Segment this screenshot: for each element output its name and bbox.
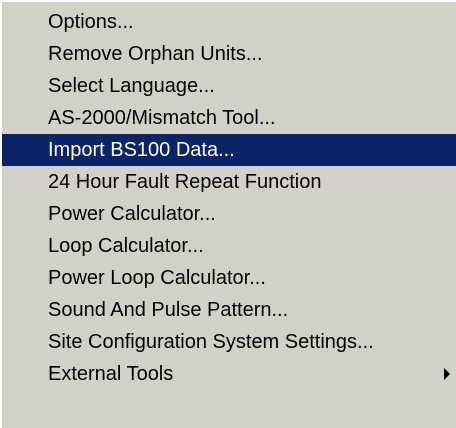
menu-item-label: Options... [48,11,134,33]
menu-item-label: Power Calculator... [48,203,216,225]
menu-item-options[interactable]: Options... [2,6,456,38]
menu-item-power-loop-calculator[interactable]: Power Loop Calculator... [2,262,456,294]
menu-item-label: Import BS100 Data... [48,139,235,161]
tools-dropdown-menu: Options... Remove Orphan Units... Select… [0,0,456,428]
menu-item-label: Loop Calculator... [48,235,204,257]
menu-item-label: Site Configuration System Settings... [48,331,374,353]
menu-item-label: Power Loop Calculator... [48,267,266,289]
menu-item-remove-orphan-units[interactable]: Remove Orphan Units... [2,38,456,70]
menu-item-external-tools[interactable]: External Tools [2,358,456,390]
menu-item-loop-calculator[interactable]: Loop Calculator... [2,230,456,262]
menu-item-24-hour-fault-repeat[interactable]: 24 Hour Fault Repeat Function [2,166,456,198]
menu-item-label: Remove Orphan Units... [48,43,263,65]
menu-item-label: External Tools [48,363,174,385]
menu-item-label: Select Language... [48,75,215,97]
submenu-arrow-icon [444,368,450,380]
menu-item-label: Sound And Pulse Pattern... [48,299,289,321]
menu-item-power-calculator[interactable]: Power Calculator... [2,198,456,230]
menu-item-site-configuration-settings[interactable]: Site Configuration System Settings... [2,326,456,358]
menu-item-import-bs100-data[interactable]: Import BS100 Data... [2,134,456,166]
menu-item-sound-and-pulse-pattern[interactable]: Sound And Pulse Pattern... [2,294,456,326]
menu-item-select-language[interactable]: Select Language... [2,70,456,102]
menu-item-as2000-mismatch-tool[interactable]: AS-2000/Mismatch Tool... [2,102,456,134]
menu-item-label: AS-2000/Mismatch Tool... [48,107,276,129]
menu-item-label: 24 Hour Fault Repeat Function [48,171,322,193]
